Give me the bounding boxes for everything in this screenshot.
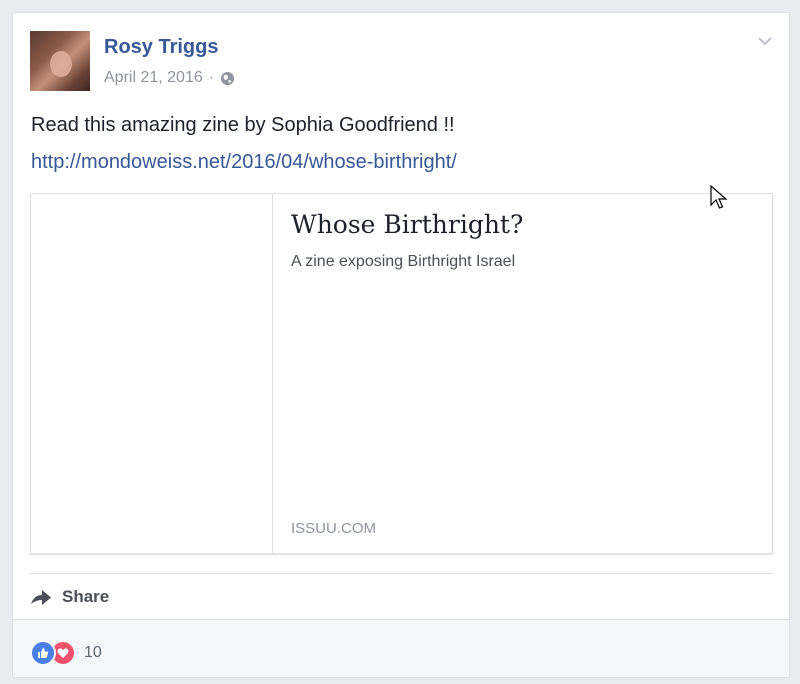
reactions-summary[interactable]: 10 [30, 640, 102, 666]
link-preview[interactable]: Whose Birthright? A zine exposing Birthr… [30, 193, 773, 554]
preview-thumbnail[interactable] [31, 194, 273, 553]
share-arrow-icon [31, 590, 51, 605]
post-link[interactable]: http://mondoweiss.net/2016/04/whose-birt… [31, 151, 457, 174]
globe-icon[interactable] [220, 71, 235, 86]
preview-domain: ISSUU.COM [291, 520, 377, 537]
mouse-cursor-icon [710, 185, 728, 209]
post-card: Rosy Triggs April 21, 2016 · Read this a… [12, 12, 790, 678]
post-date[interactable]: April 21, 2016 [104, 69, 203, 87]
share-label: Share [62, 587, 110, 606]
share-button[interactable]: Share [30, 587, 109, 607]
divider [30, 573, 773, 574]
post-meta: April 21, 2016 · [104, 69, 235, 87]
preview-description: A zine exposing Birthright Israel [291, 253, 516, 270]
post-text: Read this amazing zine by Sophia Goodfri… [31, 114, 455, 136]
author-name[interactable]: Rosy Triggs [104, 36, 218, 59]
reaction-count: 10 [84, 644, 102, 661]
avatar[interactable] [30, 31, 90, 91]
avatar-face [50, 51, 72, 77]
meta-separator: · [208, 69, 215, 86]
like-icon [30, 640, 56, 666]
preview-title[interactable]: Whose Birthright? [291, 210, 523, 239]
reactions-bar: 10 [13, 619, 789, 677]
chevron-down-icon[interactable] [757, 35, 773, 47]
